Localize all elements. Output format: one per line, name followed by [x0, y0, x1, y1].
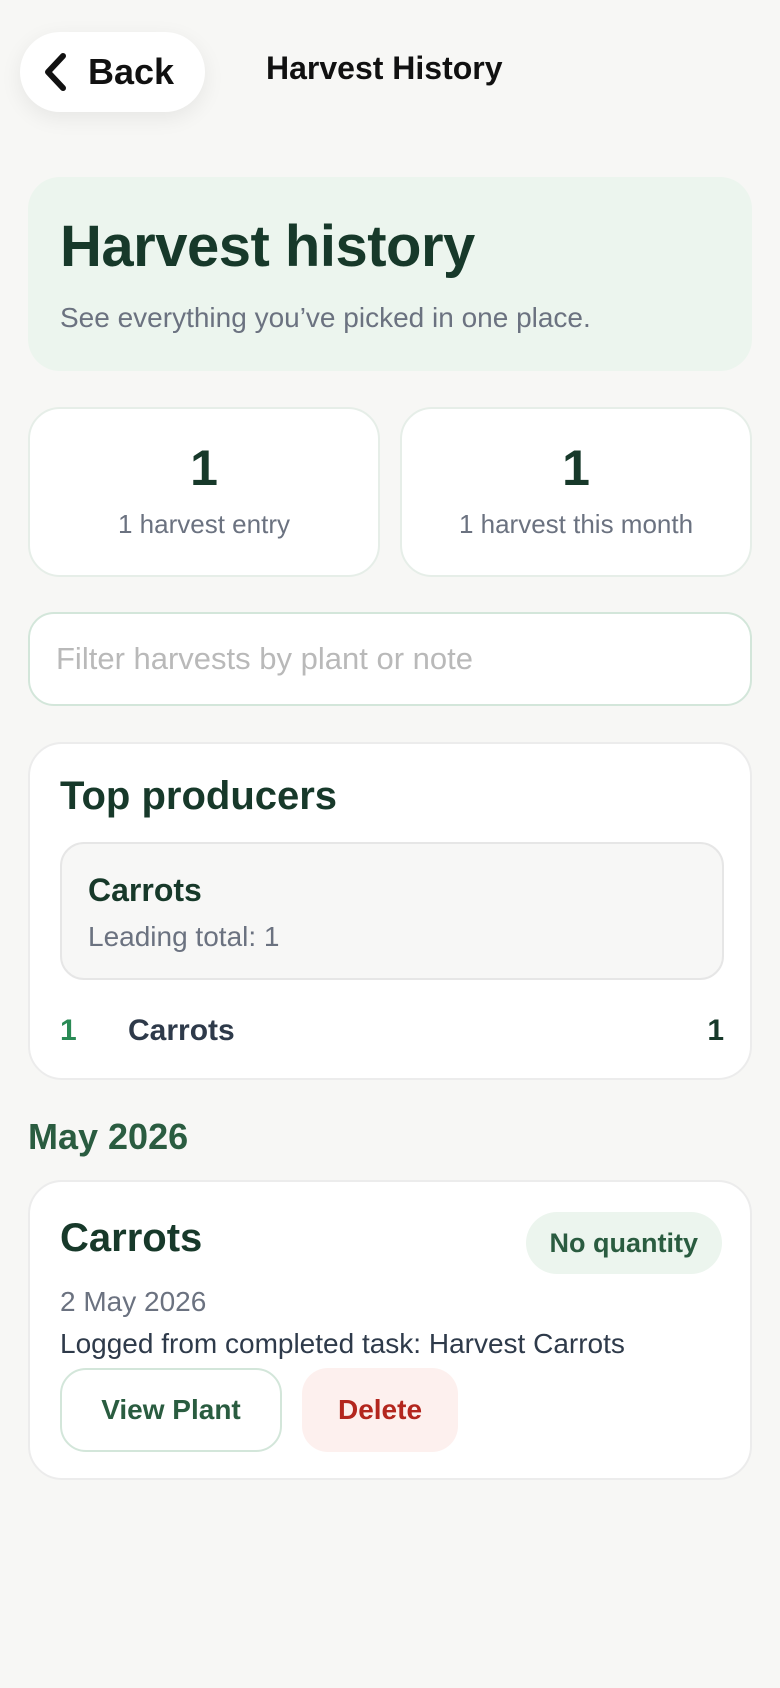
quantity-badge: No quantity	[525, 1212, 722, 1274]
hero-subtitle: See everything you’ve picked in one plac…	[60, 302, 591, 333]
back-button[interactable]: Back	[20, 32, 205, 112]
producer-rank: 1	[60, 1014, 77, 1047]
leader-card: Carrots Leading total: 1	[60, 842, 724, 980]
entry-plant-name: Carrots	[60, 1216, 203, 1260]
hero-card: Harvest history See everything you’ve pi…	[28, 177, 752, 371]
stat-value: 1	[190, 440, 218, 496]
filter-harvests-input[interactable]	[28, 612, 752, 706]
nav-bar: Back Harvest History	[0, 0, 780, 150]
entry-date: 2 May 2026	[60, 1286, 207, 1317]
chevron-left-icon	[42, 50, 74, 94]
harvest-entry-card: Carrots No quantity 2 May 2026 Logged fr…	[28, 1180, 752, 1480]
stat-label: 1 harvest entry	[118, 509, 290, 539]
section-title: Top producers	[60, 774, 338, 818]
stat-card-this-month: 1 1 harvest this month	[400, 407, 752, 577]
view-plant-button[interactable]: View Plant	[60, 1368, 282, 1452]
delete-button[interactable]: Delete	[302, 1368, 458, 1452]
stat-card-entries: 1 1 harvest entry	[28, 407, 380, 577]
page-title: Harvest History	[266, 50, 503, 86]
leader-name: Carrots	[88, 872, 202, 908]
back-label: Back	[88, 51, 175, 92]
leader-total: Leading total: 1	[88, 921, 280, 952]
hero-title: Harvest history	[60, 214, 475, 279]
producer-name: Carrots	[128, 1014, 235, 1047]
month-heading: May 2026	[28, 1116, 189, 1157]
entry-note: Logged from completed task: Harvest Carr…	[60, 1328, 625, 1359]
producer-row: 1 Carrots 1	[60, 1006, 724, 1056]
top-producers-card: Top producers Carrots Leading total: 1 1…	[28, 742, 752, 1080]
producer-total: 1	[707, 1014, 724, 1047]
stat-value: 1	[562, 440, 590, 496]
stat-label: 1 harvest this month	[458, 509, 694, 539]
